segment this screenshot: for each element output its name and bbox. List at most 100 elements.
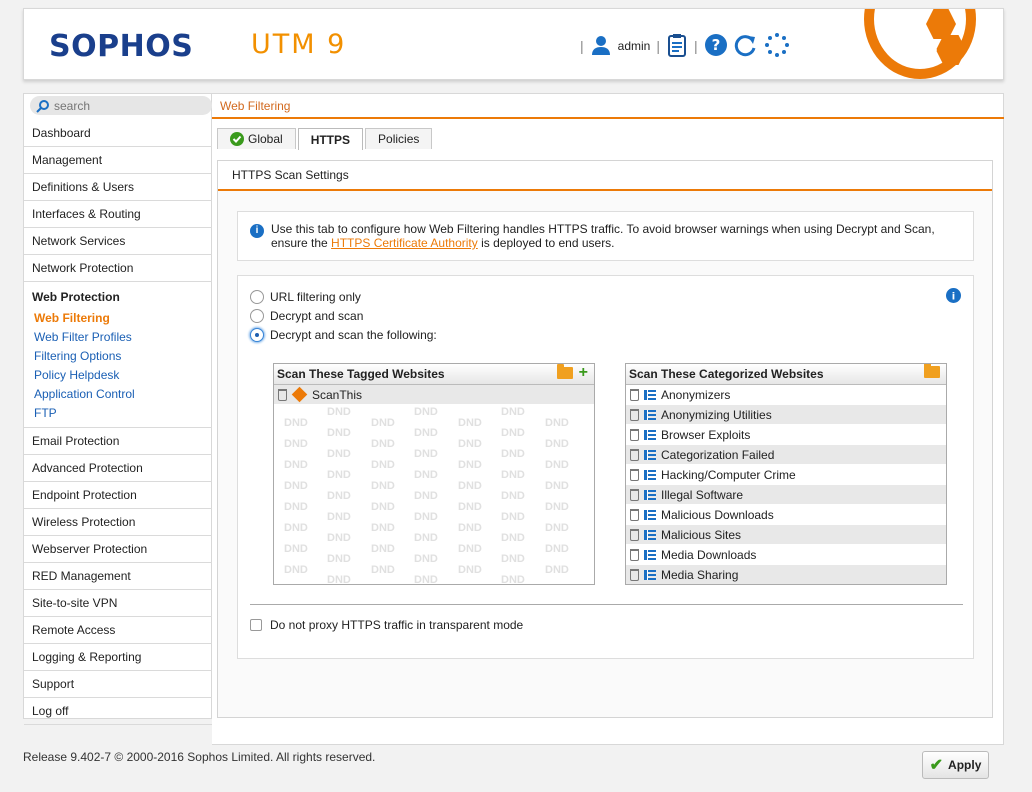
separator: | — [656, 38, 660, 54]
radio-label[interactable]: URL filtering only — [270, 290, 361, 304]
sidebar-subitem-policy-helpdesk[interactable]: Policy Helpdesk — [32, 366, 213, 385]
search-box[interactable] — [30, 96, 212, 115]
list-item[interactable]: Media Sharing — [626, 565, 946, 584]
radio-url-filtering-only[interactable]: URL filtering only — [250, 290, 361, 304]
sidebar: Dashboard Management Definitions & Users… — [23, 93, 213, 725]
list-item[interactable]: Malicious Sites — [626, 525, 946, 545]
dnd-watermark: DND — [371, 521, 395, 534]
checkbox-label[interactable]: Do not proxy HTTPS traffic in transparen… — [270, 618, 523, 632]
add-icon[interactable]: + — [579, 365, 588, 381]
transparent-mode-option[interactable]: Do not proxy HTTPS traffic in transparen… — [250, 618, 523, 632]
folder-icon[interactable] — [556, 364, 573, 379]
sidebar-item-advanced-protection[interactable]: Advanced Protection — [24, 455, 213, 482]
trash-icon[interactable] — [630, 428, 639, 441]
tab-label[interactable]: Global — [248, 129, 283, 149]
folder-icon[interactable] — [924, 364, 940, 378]
list-item[interactable]: Anonymizing Utilities — [626, 405, 946, 425]
tab-https[interactable]: HTTPS — [297, 128, 364, 150]
dnd-watermark: DND — [458, 479, 482, 492]
trash-icon[interactable] — [630, 488, 639, 501]
sidebar-item-management[interactable]: Management — [24, 147, 213, 174]
trash-icon[interactable] — [278, 388, 287, 401]
sidebar-item-webserver-protection[interactable]: Webserver Protection — [24, 536, 213, 563]
reload-icon[interactable] — [734, 33, 758, 60]
tab-global[interactable]: Global — [217, 128, 296, 149]
radio-decrypt-and-scan[interactable]: Decrypt and scan — [250, 309, 363, 323]
footer-copyright: Release 9.402-7 © 2000-2016 Sophos Limit… — [23, 750, 376, 764]
sidebar-subitem-ftp[interactable]: FTP — [32, 404, 213, 423]
trash-icon[interactable] — [630, 548, 639, 561]
radio-button-selected[interactable] — [250, 328, 264, 342]
help-icon[interactable]: ? — [704, 33, 728, 60]
apply-label[interactable]: Apply — [948, 758, 981, 772]
transparent-mode-checkbox[interactable] — [250, 619, 262, 631]
sidebar-subitem-web-filtering[interactable]: Web Filtering — [32, 309, 213, 328]
list-item[interactable]: Media Downloads — [626, 545, 946, 565]
panel-title: HTTPS Scan Settings — [218, 161, 992, 191]
sidebar-item-wireless-protection[interactable]: Wireless Protection — [24, 509, 213, 536]
drop-zone[interactable]: DND DND DND DND DND DND DND DND DND DND DND DND DND D… — [274, 406, 594, 584]
radio-button[interactable] — [250, 290, 264, 304]
tab-policies[interactable]: Policies — [365, 128, 433, 149]
sidebar-item-logging-reporting[interactable]: Logging & Reporting — [24, 644, 213, 671]
dnd-watermark: DND — [327, 490, 351, 502]
sidebar-item-site-to-site-vpn[interactable]: Site-to-site VPN — [24, 590, 213, 617]
sidebar-nav: Dashboard Management Definitions & Users… — [24, 120, 213, 725]
trash-icon[interactable] — [630, 388, 639, 401]
tab-bar: Global HTTPS Policies — [217, 128, 433, 150]
trash-icon[interactable] — [630, 408, 639, 421]
trash-icon[interactable] — [630, 528, 639, 541]
list-item[interactable]: Illegal Software — [626, 485, 946, 505]
category-icon — [644, 489, 656, 500]
sidebar-subitem-filtering-options[interactable]: Filtering Options — [32, 347, 213, 366]
category-icon — [644, 509, 656, 520]
list-item[interactable]: Hacking/Computer Crime — [626, 465, 946, 485]
info-icon[interactable]: i — [946, 288, 961, 306]
sidebar-item-network-services[interactable]: Network Services — [24, 228, 213, 255]
dnd-watermark: DND — [371, 500, 395, 513]
dnd-watermark: DND — [414, 532, 438, 544]
sidebar-item-web-protection[interactable]: Web Protection Web Filtering Web Filter … — [24, 282, 213, 428]
dnd-watermark: DND — [414, 490, 438, 502]
sidebar-item-support[interactable]: Support — [24, 671, 213, 698]
dnd-watermark: DND — [414, 448, 438, 460]
trash-icon[interactable] — [630, 568, 639, 581]
user-name[interactable]: admin — [618, 39, 651, 53]
sidebar-item-remote-access[interactable]: Remote Access — [24, 617, 213, 644]
list-toolbar: + — [556, 364, 588, 381]
list-item[interactable]: Anonymizers — [626, 385, 946, 405]
list-item[interactable]: Categorization Failed — [626, 445, 946, 465]
trash-icon[interactable] — [630, 468, 639, 481]
apply-button[interactable]: ✔ Apply — [922, 751, 989, 779]
sidebar-item-definitions-users[interactable]: Definitions & Users — [24, 174, 213, 201]
https-ca-link[interactable]: HTTPS Certificate Authority — [331, 236, 478, 250]
trash-icon[interactable] — [630, 448, 639, 461]
radio-label[interactable]: Decrypt and scan the following: — [270, 328, 437, 342]
radio-button[interactable] — [250, 309, 264, 323]
radio-label[interactable]: Decrypt and scan — [270, 309, 363, 323]
sidebar-item-label[interactable]: Web Protection — [32, 290, 120, 304]
sidebar-item-email-protection[interactable]: Email Protection — [24, 428, 213, 455]
checkmark-icon: ✔ — [929, 757, 944, 774]
trash-icon[interactable] — [630, 508, 639, 521]
list-item[interactable]: ScanThis — [274, 385, 594, 405]
category-icon — [644, 429, 656, 440]
sidebar-subitem-application-control[interactable]: Application Control — [32, 385, 213, 404]
list-item[interactable]: Malicious Downloads — [626, 505, 946, 525]
category-icon — [644, 569, 656, 580]
sidebar-subitem-web-filter-profiles[interactable]: Web Filter Profiles — [32, 328, 213, 347]
separator: | — [693, 38, 698, 54]
dnd-watermark: DND — [414, 469, 438, 481]
sidebar-item-dashboard[interactable]: Dashboard — [24, 120, 213, 147]
sidebar-item-endpoint-protection[interactable]: Endpoint Protection — [24, 482, 213, 509]
list-item[interactable]: Browser Exploits — [626, 425, 946, 445]
dnd-watermark: DND — [501, 553, 525, 565]
sidebar-item-network-protection[interactable]: Network Protection — [24, 255, 213, 282]
user-icon[interactable] — [590, 34, 612, 59]
clipboard-icon[interactable] — [666, 33, 688, 60]
sidebar-item-log-off[interactable]: Log off — [24, 698, 213, 725]
search-input[interactable] — [54, 98, 194, 113]
radio-decrypt-and-scan-following[interactable]: Decrypt and scan the following: — [250, 328, 437, 342]
sidebar-item-red-management[interactable]: RED Management — [24, 563, 213, 590]
sidebar-item-interfaces-routing[interactable]: Interfaces & Routing — [24, 201, 213, 228]
